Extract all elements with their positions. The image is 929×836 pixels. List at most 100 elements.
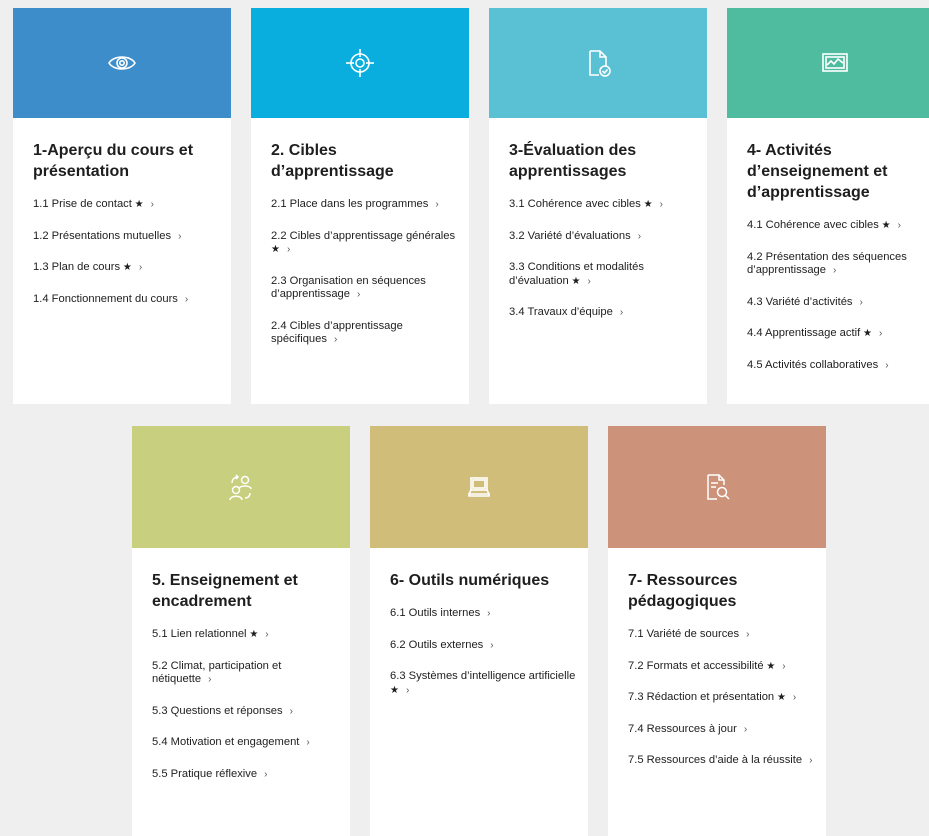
list-item-label: 7.5 Ressources d’aide à la réussite (628, 754, 803, 766)
card-banner (132, 426, 350, 548)
list-item-label: 7.1 Variété de sources (628, 628, 740, 640)
chevron-right-icon: › (289, 705, 293, 717)
list-item[interactable]: 2.2 Cibles d’apprentissage générales ★ › (271, 230, 457, 257)
list-item[interactable]: 4.5 Activités collaboratives › (747, 359, 929, 373)
chevron-right-icon: › (138, 262, 143, 273)
card-cibles[interactable]: 2. Cibles d’apprentissage 2.1 Place dans… (251, 8, 469, 404)
list-item-label: 1.3 Plan de cours (33, 261, 121, 273)
chevron-right-icon: › (178, 230, 182, 242)
list-item[interactable]: 5.4 Motivation et engagement › (152, 736, 338, 750)
chevron-right-icon: › (208, 674, 212, 685)
list-item[interactable]: 3.4 Travaux d’équipe › (509, 306, 695, 320)
list-item-label: 3.4 Travaux d’équipe (509, 306, 613, 318)
list-item-label: 2.3 Organisation en séquences d’apprenti… (271, 274, 426, 301)
chevron-right-icon: › (809, 755, 813, 766)
list-item[interactable]: 7.4 Ressources à jour › (628, 723, 814, 737)
document-search-icon (707, 474, 730, 500)
star-icon: ★ (131, 199, 144, 210)
star-icon: ★ (640, 199, 653, 210)
list-item-label: 5.5 Pratique réflexive (152, 767, 258, 780)
card-title: 2. Cibles d’apprentissage (271, 142, 394, 180)
list-item-label: 7.3 Rédaction et présentation (628, 691, 775, 703)
card-banner (727, 8, 929, 118)
target-icon (346, 49, 374, 77)
document-check-icon (589, 50, 611, 77)
list-item-label: 4.5 Activités collaboratives (747, 358, 879, 371)
list-item[interactable]: 6.1 Outils internes › (390, 607, 576, 621)
list-item[interactable]: 1.1 Prise de contact ★ › (33, 198, 219, 212)
list-item[interactable]: 7.3 Rédaction et présentation ★ › (628, 691, 814, 705)
star-icon: ★ (390, 684, 399, 696)
chevron-right-icon: › (265, 629, 269, 640)
list-item-label: 3.2 Variété d’évaluations (509, 229, 631, 242)
card-title: 5. Enseignement et encadrement (152, 572, 298, 610)
star-icon: ★ (246, 629, 259, 640)
list-item[interactable]: 4.1 Cohérence avec cibles ★ › (747, 219, 929, 233)
chevron-right-icon: › (487, 608, 491, 619)
chevron-right-icon: › (637, 230, 642, 242)
list-item[interactable]: 2.3 Organisation en séquences d’apprenti… (271, 275, 457, 302)
list-item-label: 1.2 Présentations mutuelles (33, 229, 172, 242)
list-item-label: 1.1 Prise de contact (33, 198, 132, 210)
list-item-label: 5.3 Questions et réponses (152, 704, 283, 717)
list-item[interactable]: 2.4 Cibles d’apprentissage spécifiques › (271, 320, 457, 347)
chevron-right-icon: › (833, 265, 837, 276)
list-item[interactable]: 3.3 Conditions et modalités d’évaluation… (509, 261, 695, 288)
chevron-right-icon: › (286, 244, 291, 255)
list-item-label: 7.2 Formats et accessibilité (628, 659, 764, 672)
chevron-right-icon: › (746, 629, 750, 640)
card-outils[interactable]: 6- Outils numériques 6.1 Outils internes… (370, 426, 588, 836)
list-item-label: 6.3 Systèmes d’intelligence artificielle (390, 670, 576, 682)
card-activites[interactable]: 4- Activités d’enseignement et d’apprent… (727, 8, 929, 404)
chevron-right-icon: › (897, 220, 901, 231)
laptop-icon (468, 477, 490, 497)
chevron-right-icon: › (435, 199, 439, 210)
list-item[interactable]: 6.3 Systèmes d’intelligence artificielle… (390, 670, 576, 697)
list-item[interactable]: 5.3 Questions et réponses › (152, 705, 338, 719)
chevron-right-icon: › (587, 275, 591, 287)
list-item-label: 5.4 Motivation et engagement (152, 736, 300, 748)
eye-icon (108, 56, 136, 70)
list-item[interactable]: 4.2 Présentation des séquences d’apprent… (747, 251, 929, 278)
chevron-right-icon: › (150, 199, 154, 210)
card-enseignement[interactable]: 5. Enseignement et encadrement 5.1 Lien … (132, 426, 350, 836)
card-ressources[interactable]: 7- Ressources pédagogiques 7.1 Variété d… (608, 426, 826, 836)
list-item-label: 4.2 Présentation des séquences d’apprent… (747, 250, 907, 277)
chevron-right-icon: › (885, 359, 889, 371)
list-item[interactable]: 6.2 Outils externes › (390, 639, 576, 653)
chevron-right-icon: › (490, 639, 494, 651)
card-apercu[interactable]: 1-Aperçu du cours et présentation 1.1 Pr… (13, 8, 231, 404)
chevron-right-icon: › (659, 199, 663, 210)
star-icon: ★ (271, 244, 280, 255)
card-title: 4- Activités d’enseignement et d’apprent… (747, 142, 888, 201)
chevron-right-icon: › (333, 334, 338, 345)
chevron-right-icon: › (782, 660, 786, 672)
list-item[interactable]: 7.1 Variété de sources › (628, 628, 814, 642)
chevron-right-icon: › (264, 768, 268, 780)
list-item[interactable]: 2.1 Place dans les programmes › (271, 198, 457, 212)
list-item-label: 2.1 Place dans les programmes (271, 198, 429, 210)
list-item[interactable]: 7.5 Ressources d’aide à la réussite › (628, 754, 814, 768)
list-item-label: 1.4 Fonctionnement du cours (33, 292, 178, 305)
list-item[interactable]: 1.4 Fonctionnement du cours › (33, 293, 219, 307)
list-item[interactable]: 1.3 Plan de cours ★ › (33, 261, 219, 275)
card-title: 6- Outils numériques (390, 572, 550, 589)
list-item[interactable]: 3.2 Variété d’évaluations › (509, 230, 695, 244)
list-item[interactable]: 5.5 Pratique réflexive › (152, 768, 338, 782)
card-evaluation[interactable]: 3-Évaluation des apprentissages 3.1 Cohé… (489, 8, 707, 404)
chevron-right-icon: › (859, 296, 863, 308)
list-item[interactable]: 7.2 Formats et accessibilité ★ › (628, 660, 814, 674)
list-item[interactable]: 1.2 Présentations mutuelles › (33, 230, 219, 244)
card-banner (251, 8, 469, 118)
list-item[interactable]: 5.2 Climat, participation et nétiquette › (152, 660, 338, 687)
list-item[interactable]: 4.4 Apprentissage actif ★ › (747, 327, 929, 341)
list-item[interactable]: 4.3 Variété d’activités › (747, 296, 929, 310)
chevron-right-icon: › (405, 684, 410, 696)
list-item-label: 2.2 Cibles d’apprentissage générales (271, 229, 456, 242)
chevron-right-icon: › (792, 692, 797, 703)
chevron-right-icon: › (878, 328, 883, 339)
list-item[interactable]: 3.1 Cohérence avec cibles ★ › (509, 198, 695, 212)
monitor-chart-icon (821, 53, 848, 72)
list-item[interactable]: 5.1 Lien relationnel ★ › (152, 628, 338, 642)
card-banner (489, 8, 707, 118)
